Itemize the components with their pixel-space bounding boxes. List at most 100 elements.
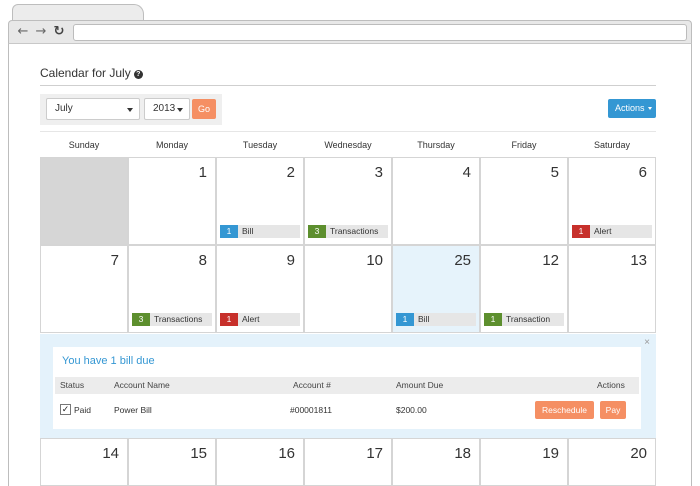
event-tag-bill[interactable]: 1 Bill: [220, 225, 300, 238]
weekday-header: Friday: [511, 140, 537, 150]
status-label: Paid: [74, 405, 92, 415]
event-label: Bill: [242, 226, 254, 236]
calendar-day-cell[interactable]: 10: [304, 245, 392, 333]
bill-due-card: You have 1 bill due Status Account Name …: [53, 347, 641, 429]
calendar-day-cell[interactable]: 3 3 Transactions: [304, 157, 392, 245]
calendar-day-cell[interactable]: 15: [128, 438, 216, 486]
weekday-header: Sunday: [68, 140, 100, 150]
day-number: 3: [374, 164, 383, 181]
month-select-value: July: [55, 103, 73, 114]
event-count-badge: 1: [484, 313, 502, 326]
bill-due-title: You have 1 bill due: [62, 355, 155, 367]
weekday-header: Monday: [155, 140, 189, 150]
pay-button[interactable]: Pay: [600, 401, 626, 419]
event-label: Transaction: [506, 314, 551, 324]
paid-checkbox[interactable]: ✓: [60, 404, 71, 415]
page-title: Calendar for July?: [40, 66, 143, 80]
calendar-day-cell[interactable]: 6 1 Alert: [568, 157, 656, 245]
day-number: 6: [638, 164, 647, 181]
bill-table-header: Status Account Name Account # Amount Due…: [55, 377, 639, 394]
calendar-day-cell[interactable]: 2 1 Bill: [216, 157, 304, 245]
browser-window: ← → ↻ Calendar for July? July 2013 Go Ac…: [0, 0, 700, 486]
calendar-day-cell[interactable]: 1: [128, 157, 216, 245]
calendar-day-cell[interactable]: 8 3 Transactions: [128, 245, 216, 333]
chevron-down-icon: [127, 108, 133, 112]
calendar-day-cell[interactable]: 16: [216, 438, 304, 486]
year-select[interactable]: 2013: [144, 98, 190, 120]
event-tag-trans[interactable]: 3 Transactions: [132, 313, 212, 326]
weekday-header: Saturday: [593, 140, 631, 150]
calendar-day-cell[interactable]: 18: [392, 438, 480, 486]
calendar-day-cell[interactable]: 25 1 Bill: [392, 245, 480, 333]
event-tag-alert[interactable]: 1 Alert: [572, 225, 652, 238]
bill-row: ✓ Paid Power Bill #00001811 $200.00 Resc…: [55, 399, 639, 421]
event-tag-trans[interactable]: 1 Transaction: [484, 313, 564, 326]
event-tag-bill[interactable]: 1 Bill: [396, 313, 476, 326]
calendar-day-cell[interactable]: 9 1 Alert: [216, 245, 304, 333]
calendar-day-cell[interactable]: 7: [40, 245, 128, 333]
actions-dropdown-button[interactable]: Actions: [608, 99, 656, 118]
title-divider: [40, 85, 656, 86]
account-name: Power Bill: [114, 405, 152, 415]
bill-due-panel: × You have 1 bill due Status Account Nam…: [40, 334, 656, 438]
forward-arrow-icon[interactable]: →: [33, 24, 49, 40]
weekday-header-row: Sunday Monday Tuesday Wednesday Thursday Frid…: [40, 131, 656, 157]
day-number: 19: [542, 445, 559, 462]
day-number: 10: [366, 252, 383, 269]
go-button[interactable]: Go: [192, 99, 216, 119]
event-label: Alert: [594, 226, 612, 236]
event-tag-alert[interactable]: 1 Alert: [220, 313, 300, 326]
event-count-badge: 1: [220, 313, 238, 326]
close-icon[interactable]: ×: [644, 337, 650, 348]
column-account-name: Account Name: [114, 380, 170, 390]
day-number: 14: [102, 445, 119, 462]
event-label: Transactions: [154, 314, 203, 324]
address-bar[interactable]: [73, 24, 687, 41]
reload-icon[interactable]: ↻: [51, 24, 67, 40]
chevron-down-icon: [648, 107, 652, 110]
day-number: 2: [286, 164, 295, 181]
weekday-header: Wednesday: [324, 140, 372, 150]
back-arrow-icon[interactable]: ←: [15, 24, 31, 40]
question-circle-icon[interactable]: ?: [133, 70, 143, 79]
calendar-day-cell[interactable]: 20: [568, 438, 656, 486]
chevron-down-icon: [177, 108, 183, 112]
column-actions: Actions: [597, 380, 625, 390]
day-number: 4: [462, 164, 471, 181]
day-number: 1: [198, 164, 207, 181]
calendar-day-cell[interactable]: 17: [304, 438, 392, 486]
day-number: 20: [630, 445, 647, 462]
actions-label: Actions: [615, 103, 645, 113]
account-number: #00001811: [290, 405, 332, 415]
amount-due: $200.00: [396, 405, 427, 415]
year-select-value: 2013: [153, 103, 176, 114]
event-count-badge: 3: [132, 313, 150, 326]
reschedule-button[interactable]: Reschedule: [535, 401, 594, 419]
event-tag-trans[interactable]: 3 Transactions: [308, 225, 388, 238]
day-number: 12: [542, 252, 559, 269]
day-number: 25: [454, 252, 471, 269]
calendar-day-cell[interactable]: 4: [392, 157, 480, 245]
calendar-day-cell[interactable]: 12 1 Transaction: [480, 245, 568, 333]
calendar-day-cell[interactable]: 14: [40, 438, 128, 486]
day-number: 5: [550, 164, 559, 181]
day-number: 7: [110, 252, 119, 269]
event-label: Bill: [418, 314, 430, 324]
event-label: Transactions: [330, 226, 379, 236]
weekday-header: Tuesday: [242, 140, 278, 150]
event-count-badge: 1: [572, 225, 590, 238]
date-filter: July 2013 Go: [40, 94, 222, 125]
day-number: 18: [454, 445, 471, 462]
calendar-day-cell[interactable]: 13: [568, 245, 656, 333]
column-status: Status: [60, 380, 85, 390]
event-count-badge: 1: [396, 313, 414, 326]
event-count-badge: 3: [308, 225, 326, 238]
month-select[interactable]: July: [46, 98, 140, 120]
day-number: 9: [286, 252, 295, 269]
day-number: 13: [630, 252, 647, 269]
calendar-day-cell: [40, 157, 128, 245]
weekday-header: Thursday: [417, 140, 455, 150]
calendar-day-cell[interactable]: 5: [480, 157, 568, 245]
day-number: 17: [366, 445, 383, 462]
calendar-day-cell[interactable]: 19: [480, 438, 568, 486]
